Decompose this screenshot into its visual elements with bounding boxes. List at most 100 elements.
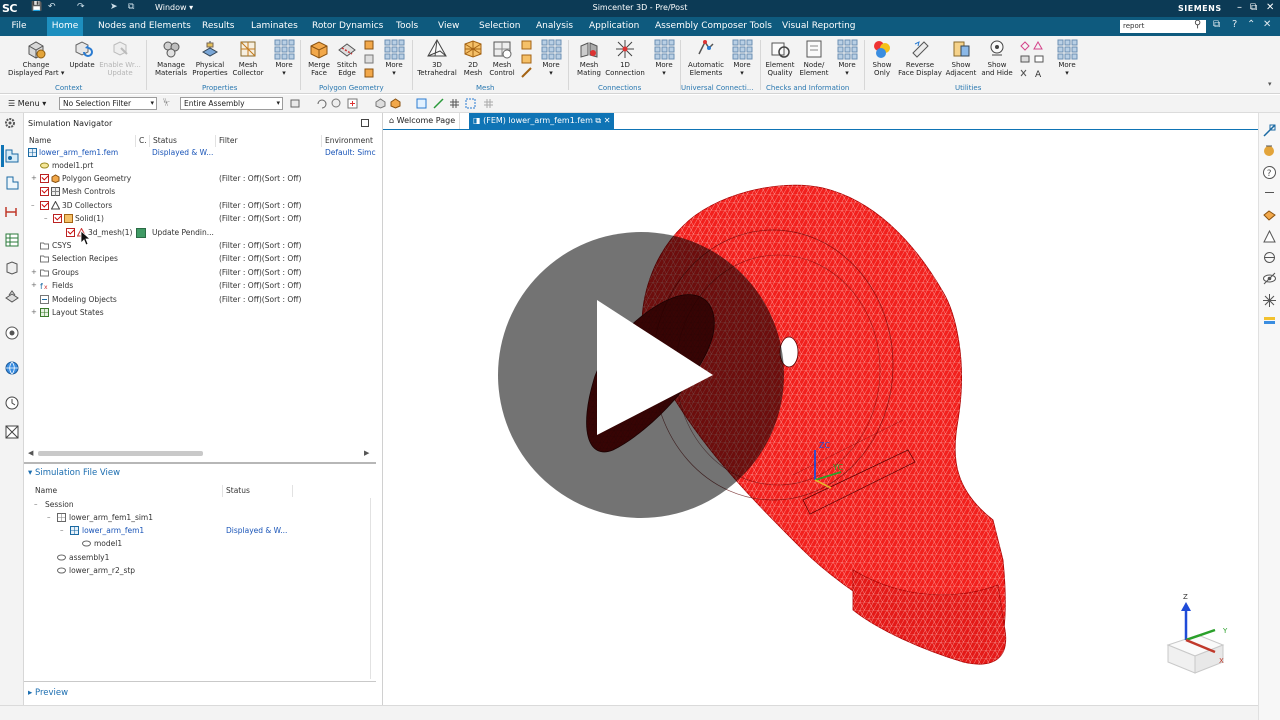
close-tab-icon[interactable]: ✕: [604, 116, 611, 125]
manage-materials-button[interactable]: Manage Materials: [153, 38, 189, 77]
render-style-icon[interactable]: [1262, 143, 1277, 158]
expand-icon[interactable]: +: [31, 172, 37, 185]
simulation-navigator-icon[interactable]: [4, 148, 20, 164]
file-row-fem[interactable]: – lower_arm_fem1 Displayed & W...: [24, 524, 376, 537]
tree-row-csys[interactable]: CSYS (Filter : Off)(Sort : Off): [24, 239, 376, 252]
box-select-icon[interactable]: [465, 98, 476, 109]
tree-row-selection-recipes[interactable]: Selection Recipes (Filter : Off)(Sort : …: [24, 252, 376, 265]
utilities-more-button[interactable]: More ▾: [1054, 38, 1080, 77]
fit-view-icon[interactable]: [1262, 123, 1277, 138]
filter-icon[interactable]: ⏧: [163, 98, 170, 108]
file-view-column-status[interactable]: Status: [223, 485, 293, 497]
element-shrink-icon[interactable]: [1262, 229, 1277, 244]
search-icon[interactable]: ⚲: [1194, 19, 1201, 30]
tab-nodes-and-elements[interactable]: Nodes and Elements: [98, 17, 191, 36]
scroll-left-icon[interactable]: ◀: [28, 449, 33, 457]
web-browser-icon[interactable]: [4, 288, 20, 304]
grid-select-icon[interactable]: [449, 98, 460, 109]
file-row-model[interactable]: model1: [24, 537, 376, 550]
tab-laminates[interactable]: Laminates: [251, 17, 298, 36]
part-icon[interactable]: [375, 98, 386, 109]
fem-model-canvas[interactable]: ZC YC Z Y X: [383, 130, 1259, 705]
undo-selection-icon[interactable]: [316, 98, 327, 109]
tab-tools[interactable]: Tools: [396, 17, 418, 36]
tab-analysis[interactable]: Analysis: [536, 17, 573, 36]
tree-row-layout-states[interactable]: + Layout States: [24, 306, 376, 319]
connections-more-button[interactable]: More ▾: [651, 38, 677, 77]
change-displayed-part-button[interactable]: Change Displayed Part ▾: [8, 38, 64, 77]
update-button[interactable]: Update: [66, 38, 98, 69]
tree-row-fem[interactable]: lower_arm_fem1.fem Displayed & W... Defa…: [24, 146, 376, 159]
tab-rotor-dynamics[interactable]: Rotor Dynamics: [312, 17, 383, 36]
body-icon[interactable]: [390, 98, 401, 109]
visibility-checkbox[interactable]: [40, 187, 49, 196]
scrollbar-thumb[interactable]: [38, 451, 203, 456]
constraint-navigator-icon[interactable]: [4, 204, 20, 220]
assembly-navigator-icon[interactable]: [4, 175, 20, 191]
tab-welcome-page[interactable]: ⌂ Welcome Page: [385, 113, 461, 129]
1d-connection-button[interactable]: 1D Connection: [605, 38, 645, 77]
restore-icon[interactable]: ⧉: [1250, 2, 1257, 13]
tab-home[interactable]: Home: [47, 17, 83, 36]
file-view-column-name[interactable]: Name: [32, 485, 223, 497]
close-part-icon[interactable]: ✕: [1263, 19, 1271, 30]
tree-row-modeling-objects[interactable]: Modeling Objects (Filter : Off)(Sort : O…: [24, 293, 376, 306]
mesh-display-icon[interactable]: [1262, 208, 1277, 223]
tree-row-polygon-geometry[interactable]: + Polygon Geometry (Filter : Off)(Sort :…: [24, 172, 376, 185]
automatic-elements-button[interactable]: Automatic Elements: [686, 38, 726, 77]
file-row-stp[interactable]: lower_arm_r2_stp: [24, 564, 376, 577]
tab-selection[interactable]: Selection: [479, 17, 520, 36]
settings-gear-icon[interactable]: [4, 117, 16, 129]
show-only-button[interactable]: Show Only: [868, 38, 896, 77]
grid-toggle-icon[interactable]: [483, 98, 494, 109]
expand-icon[interactable]: +: [31, 266, 37, 279]
polygon-tools-icon[interactable]: [363, 40, 375, 80]
window-icon[interactable]: ⧉: [1213, 19, 1220, 30]
simulation-file-view-header[interactable]: ▾ Simulation File View: [28, 466, 120, 480]
menu-button[interactable]: ☰ Menu ▾: [8, 99, 46, 108]
add-selection-icon[interactable]: [347, 98, 358, 109]
mesh-tools-icon[interactable]: [520, 40, 534, 80]
tree-row-fields[interactable]: + fx Fields (Filter : Off)(Sort : Off): [24, 279, 376, 292]
utility-tools-icon[interactable]: A: [1018, 40, 1048, 80]
history-icon[interactable]: [4, 325, 20, 341]
reuse-library-icon[interactable]: [4, 260, 20, 276]
2d-mesh-button[interactable]: 2D Mesh: [460, 38, 486, 77]
file-row-session[interactable]: – Session: [24, 498, 376, 511]
part-navigator-icon[interactable]: [4, 232, 20, 248]
view-triad[interactable]: Z Y X: [1166, 593, 1228, 674]
tab-assembly-composer-tools[interactable]: Assembly Composer Tools: [655, 17, 772, 36]
minus-icon[interactable]: [1262, 185, 1277, 200]
select-type-icon[interactable]: [290, 98, 301, 109]
tab-application[interactable]: Application: [589, 17, 639, 36]
graphics-viewport[interactable]: ⌂ Welcome Page ◨ (FEM) lower_arm_fem1.fe…: [382, 113, 1259, 705]
stitch-edge-button[interactable]: Stitch Edge: [333, 38, 361, 77]
deselect-icon[interactable]: [331, 98, 342, 109]
color-bar-icon[interactable]: [1262, 314, 1277, 329]
snap-point-icon[interactable]: [416, 98, 427, 109]
3d-tetrahedral-button[interactable]: 3D Tetrahedral: [416, 38, 458, 77]
checks-more-button[interactable]: More ▾: [834, 38, 860, 77]
tree-row-3d-collectors[interactable]: – 3D Collectors (Filter : Off)(Sort : Of…: [24, 199, 376, 212]
selection-filter-dropdown[interactable]: No Selection Filter ▾: [59, 97, 157, 110]
tab-fem-file[interactable]: ◨ (FEM) lower_arm_fem1.fem ⧉ ✕: [469, 113, 615, 129]
video-play-button[interactable]: [498, 232, 784, 518]
show-and-hide-button[interactable]: Show and Hide: [979, 38, 1015, 77]
curve-rule-icon[interactable]: [433, 98, 444, 109]
ribbon-options-icon[interactable]: ▾: [1268, 80, 1272, 88]
mesh-mating-button[interactable]: Mesh Mating: [573, 38, 605, 77]
tab-file[interactable]: File: [8, 17, 30, 36]
node-display-icon[interactable]: [1262, 293, 1277, 308]
merge-face-button[interactable]: Merge Face: [305, 38, 333, 77]
help-icon[interactable]: ?: [1232, 19, 1237, 30]
file-row-sim[interactable]: – lower_arm_fem1_sim1: [24, 511, 376, 524]
clock-icon[interactable]: [4, 395, 20, 411]
selection-scope-dropdown[interactable]: Entire Assembly ▾: [180, 97, 283, 110]
horizontal-scrollbar[interactable]: ◀ ▶: [28, 449, 372, 458]
tab-results[interactable]: Results: [202, 17, 235, 36]
collapse-icon[interactable]: –: [44, 212, 48, 225]
file-row-assembly[interactable]: assembly1: [24, 551, 376, 564]
polygon-more-button[interactable]: More ▾: [381, 38, 407, 77]
tree-row-3d-mesh[interactable]: 3d_mesh(1) Update Pendin...: [24, 226, 376, 239]
panel-splitter[interactable]: [24, 462, 376, 464]
